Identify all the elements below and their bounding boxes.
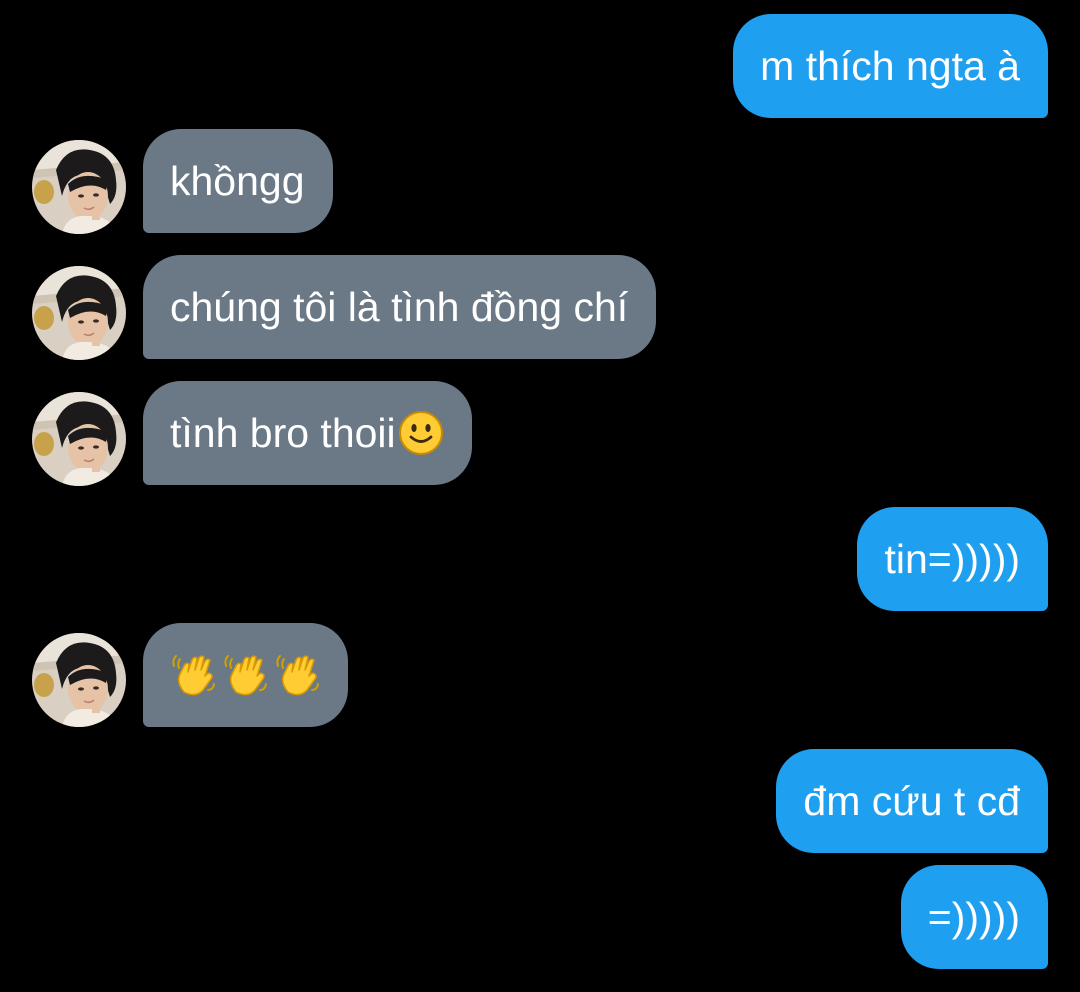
message-bubble-sent[interactable]: m thích ngta à [733,14,1048,118]
message-bubble-received[interactable]: tình bro thoii [143,381,472,485]
chat-thread: m thích ngta à khồngg chúng tôi là tình … [0,0,1080,992]
message-text: đm cứu t cđ [803,777,1020,824]
message-text: tin=))))) [884,535,1020,582]
contact-avatar[interactable] [32,140,126,234]
contact-avatar[interactable] [32,633,126,727]
message-text: tình bro thoii [170,409,396,456]
waving-hand-icon [222,652,268,698]
waving-hand-icon [170,652,216,698]
slightly-smiling-face-icon [398,410,444,456]
message-text: chúng tôi là tình đồng chí [170,283,629,330]
waving-hand-icon [274,652,320,698]
message-bubble-received[interactable]: chúng tôi là tình đồng chí [143,255,657,359]
message-bubble-received[interactable] [143,623,348,727]
message-bubble-received[interactable]: khồngg [143,129,333,233]
message-bubble-sent[interactable]: =))))) [900,865,1048,969]
message-text: =))))) [927,893,1020,940]
message-bubble-sent[interactable]: đm cứu t cđ [776,749,1048,853]
contact-avatar[interactable] [32,392,126,486]
message-bubble-sent[interactable]: tin=))))) [857,507,1048,611]
contact-avatar[interactable] [32,266,126,360]
message-text: m thích ngta à [760,42,1020,89]
message-text: khồngg [170,157,305,204]
